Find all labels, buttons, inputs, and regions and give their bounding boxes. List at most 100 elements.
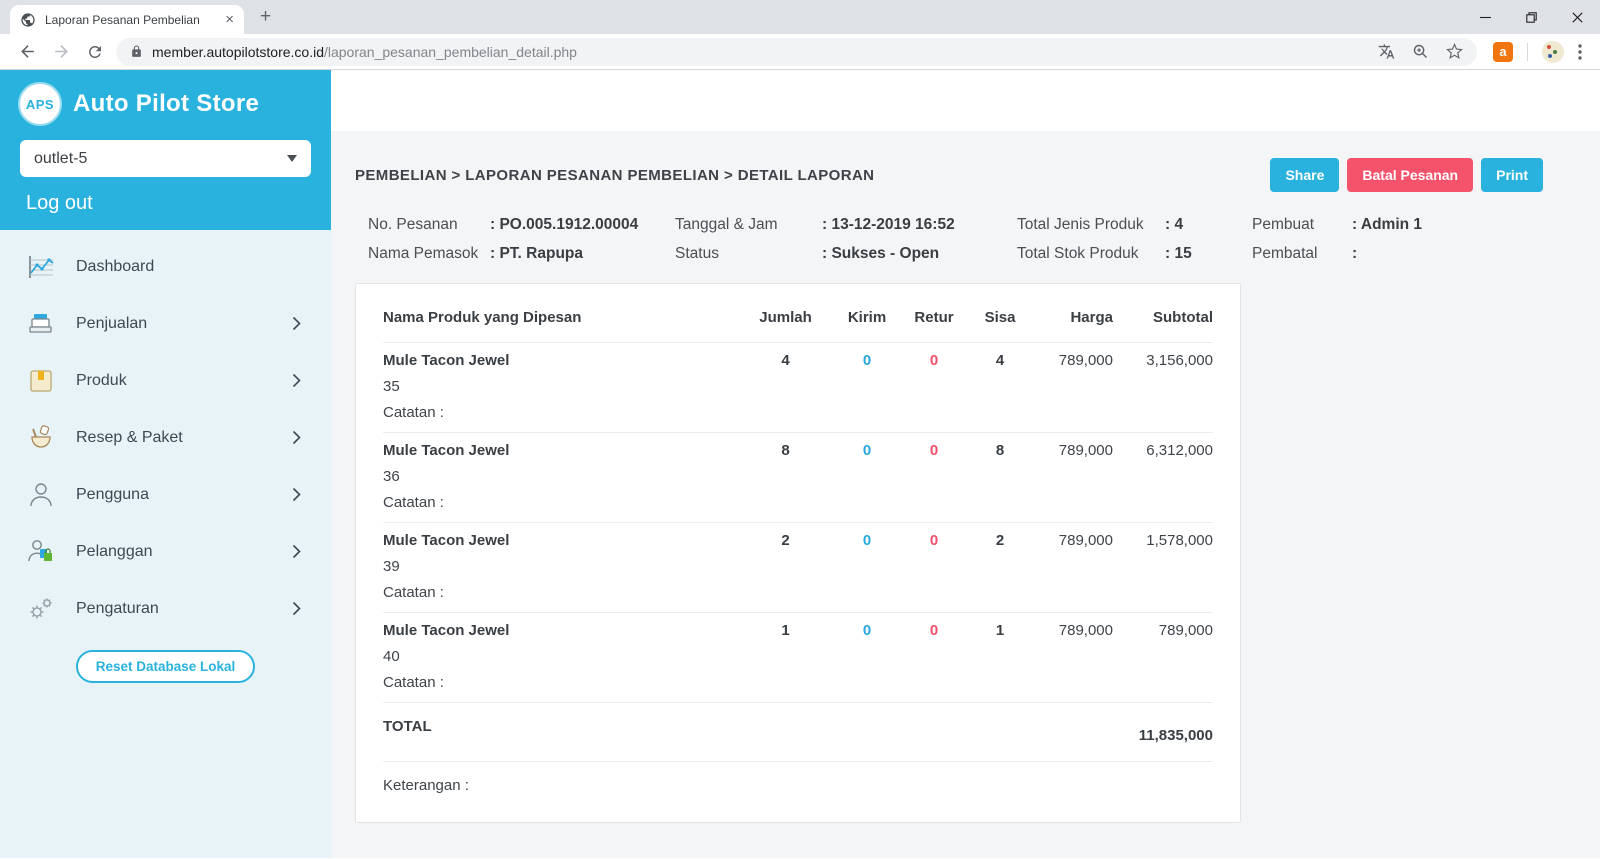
table-row: Mule Tacon Jewel 39 Catatan : 2 0 0 2 78… — [383, 522, 1213, 612]
sidebar-item-pelanggan[interactable]: Pelanggan — [0, 523, 331, 580]
table-header-row: Nama Produk yang Dipesan Jumlah Kirim Re… — [383, 284, 1213, 342]
brand-name: Auto Pilot Store — [73, 90, 260, 117]
caret-down-icon — [287, 155, 297, 162]
customers-icon — [26, 538, 56, 566]
product-note-label: Catatan : — [383, 494, 444, 511]
cell-jumlah: 4 — [781, 352, 790, 369]
sidebar-item-pengguna[interactable]: Pengguna — [0, 466, 331, 523]
print-button[interactable]: Print — [1481, 158, 1543, 192]
col-header-name: Nama Produk yang Dipesan — [383, 309, 582, 326]
extension-avatar-icon[interactable] — [1542, 40, 1564, 63]
total-value: 11,835,000 — [1138, 727, 1213, 744]
tab-title: Laporan Pesanan Pembelian — [45, 12, 200, 27]
table-row: Mule Tacon Jewel 35 Catatan : 4 0 0 4 78… — [383, 342, 1213, 432]
cell-jumlah: 1 — [781, 622, 790, 639]
page-header-band — [331, 70, 1600, 131]
col-header-subtotal: Subtotal — [1153, 309, 1213, 326]
share-button[interactable]: Share — [1270, 158, 1340, 192]
col-header-harga: Harga — [1070, 309, 1113, 326]
total-types-label: Total Jenis Produk — [1017, 216, 1144, 233]
cell-harga: 789,000 — [1058, 532, 1113, 549]
date-label: Tanggal & Jam — [675, 216, 778, 233]
sidebar-item-resep-paket[interactable]: Resep & Paket — [0, 409, 331, 466]
translate-icon[interactable] — [1378, 43, 1395, 60]
order-number-value: : PO.005.1912.00004 — [490, 216, 639, 233]
cell-harga: 789,000 — [1058, 622, 1113, 639]
breadcrumb: PEMBELIAN > LAPORAN PESANAN PEMBELIAN > … — [355, 166, 875, 184]
status-value: : Sukses - Open — [822, 245, 940, 262]
date-value: : 13-12-2019 16:52 — [822, 216, 955, 233]
cell-subtotal: 1,578,000 — [1146, 532, 1213, 549]
restore-icon[interactable] — [1508, 0, 1554, 34]
main-content: PEMBELIAN > LAPORAN PESANAN PEMBELIAN > … — [331, 70, 1600, 858]
address-bar[interactable]: member.autopilotstore.co.id/laporan_pesa… — [116, 37, 1477, 66]
lock-icon — [130, 45, 143, 58]
cell-sisa: 4 — [995, 352, 1005, 369]
chevron-right-icon — [292, 544, 301, 559]
col-header-retur: Retur — [914, 309, 954, 326]
cell-kirim: 0 — [862, 532, 872, 549]
product-name: Mule Tacon Jewel — [383, 532, 510, 549]
users-icon — [26, 481, 56, 509]
creator-label: Pembuat — [1252, 216, 1315, 233]
back-icon[interactable] — [10, 37, 44, 67]
sidebar-item-penjualan[interactable]: Penjualan — [0, 295, 331, 352]
total-label: TOTAL — [383, 718, 432, 735]
total-row: TOTAL 11,835,000 — [383, 702, 1213, 761]
product-name: Mule Tacon Jewel — [383, 442, 510, 459]
chevron-right-icon — [292, 601, 301, 616]
product-icon — [26, 367, 56, 395]
cell-sisa: 8 — [995, 442, 1005, 459]
page-zoom-icon[interactable] — [1412, 43, 1429, 60]
col-header-kirim: Kirim — [847, 309, 887, 326]
reload-icon[interactable] — [78, 37, 112, 67]
tab-close-icon[interactable]: × — [225, 12, 234, 27]
new-tab-button[interactable]: + — [260, 6, 271, 28]
cell-retur: 0 — [929, 352, 939, 369]
reset-database-button[interactable]: Reset Database Lokal — [75, 650, 256, 683]
product-variant: 39 — [383, 558, 400, 575]
product-variant: 40 — [383, 648, 400, 665]
sidebar-item-pengaturan[interactable]: Pengaturan — [0, 580, 331, 637]
cell-jumlah: 8 — [781, 442, 790, 459]
canceller-label: Pembatal — [1252, 245, 1318, 262]
forward-icon[interactable] — [44, 37, 78, 67]
cell-harga: 789,000 — [1058, 352, 1113, 369]
cell-kirim: 0 — [862, 352, 872, 369]
chevron-right-icon — [292, 373, 301, 388]
cell-kirim: 0 — [862, 442, 872, 459]
total-stock-value: : 15 — [1165, 245, 1192, 262]
chevron-right-icon — [292, 487, 301, 502]
table-body: Mule Tacon Jewel 35 Catatan : 4 0 0 4 78… — [383, 342, 1213, 702]
minimize-icon[interactable] — [1462, 0, 1508, 34]
logout-link[interactable]: Log out — [26, 192, 93, 215]
close-window-icon[interactable] — [1554, 0, 1600, 34]
product-variant: 36 — [383, 468, 400, 485]
total-stock-label: Total Stok Produk — [1017, 245, 1139, 262]
canceller-value: : — [1352, 245, 1358, 262]
cell-kirim: 0 — [862, 622, 872, 639]
sales-icon — [26, 310, 56, 338]
sidebar-item-produk[interactable]: Produk — [0, 352, 331, 409]
cell-sisa: 1 — [995, 622, 1005, 639]
extension-a-icon[interactable]: a — [1493, 41, 1513, 62]
kebab-menu-icon[interactable] — [1578, 43, 1582, 60]
globe-favicon-icon — [20, 12, 36, 28]
sidebar-item-dashboard[interactable]: Dashboard — [0, 238, 331, 295]
cell-jumlah: 2 — [781, 532, 790, 549]
status-label: Status — [675, 245, 719, 262]
cell-subtotal: 6,312,000 — [1146, 442, 1213, 459]
keterangan-row: Keterangan : — [383, 761, 1213, 822]
chevron-right-icon — [292, 316, 301, 331]
order-detail-card: Nama Produk yang Dipesan Jumlah Kirim Re… — [355, 283, 1241, 823]
outlet-select[interactable]: outlet-5 — [20, 140, 311, 177]
cell-subtotal: 789,000 — [1158, 622, 1213, 639]
browser-tab[interactable]: Laporan Pesanan Pembelian × — [10, 5, 244, 34]
cancel-order-button[interactable]: Batal Pesanan — [1347, 158, 1474, 192]
cell-harga: 789,000 — [1058, 442, 1113, 459]
cell-retur: 0 — [929, 622, 939, 639]
product-note-label: Catatan : — [383, 674, 444, 691]
table-row: Mule Tacon Jewel 36 Catatan : 8 0 0 8 78… — [383, 432, 1213, 522]
bookmark-star-icon[interactable] — [1446, 43, 1463, 60]
url-text: member.autopilotstore.co.id/laporan_pesa… — [152, 43, 577, 60]
